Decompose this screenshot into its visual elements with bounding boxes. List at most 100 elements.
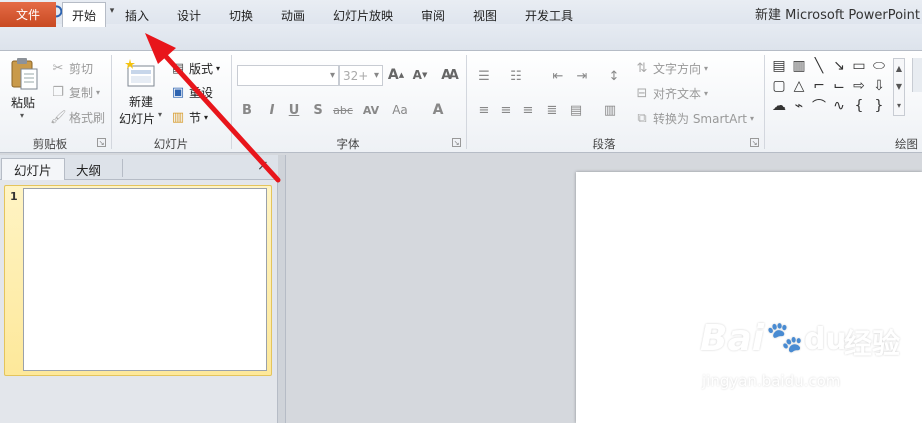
tab-review[interactable]: 审阅 xyxy=(412,3,454,27)
reset-button[interactable]: ▣ 重设 xyxy=(170,84,213,101)
oval-shape-icon[interactable]: ⬭ xyxy=(870,58,888,74)
vertical-textbox-icon[interactable]: ▥ xyxy=(790,58,808,74)
font-size-dropdown-icon: ▾ xyxy=(373,70,379,81)
curve-icon[interactable]: ∿ xyxy=(830,98,848,114)
decrease-indent-icon[interactable]: ⇤ xyxy=(548,66,568,86)
pane-splitter[interactable] xyxy=(278,155,286,423)
font-size-combo[interactable]: 32+ ▾ xyxy=(339,65,383,86)
tab-home[interactable]: 开始 xyxy=(62,2,107,27)
copy-icon: ❐ xyxy=(52,85,64,100)
reset-icon: ▣ xyxy=(171,85,185,100)
group-divider xyxy=(466,55,467,149)
paragraph-group-label: 段落 xyxy=(592,137,616,151)
layout-button[interactable]: ▤ 版式 ▾ xyxy=(170,60,220,77)
align-text-button[interactable]: ⊟ 对齐文本 ▾ xyxy=(634,85,708,102)
down-arrow-icon[interactable]: ⇩ xyxy=(870,78,888,94)
scribble-icon[interactable]: ⌁ xyxy=(790,98,808,114)
italic-button[interactable]: I xyxy=(262,100,282,120)
distributed-icon[interactable]: ▤ xyxy=(566,100,586,120)
tab-file[interactable]: 文件 xyxy=(0,2,56,27)
columns-icon[interactable]: ▥ xyxy=(600,100,620,120)
section-button[interactable]: ▥ 节 ▾ xyxy=(170,109,208,126)
clipboard-group-label: 剪贴板 xyxy=(32,137,68,151)
new-slide-dropdown-icon[interactable]: ▾ xyxy=(158,110,162,119)
paste-dropdown-icon[interactable]: ▾ xyxy=(20,111,24,120)
elbow-connector-icon[interactable]: ⌐ xyxy=(810,78,828,94)
cut-button[interactable]: ✂ 剪切 xyxy=(50,60,93,77)
align-text-icon: ⊟ xyxy=(636,86,648,101)
brush-icon: 🖌 xyxy=(50,110,67,125)
tab-insert[interactable]: 插入 xyxy=(116,3,158,27)
convert-smartart-button[interactable]: ⧉ 转换为 SmartArt ▾ xyxy=(634,110,754,127)
tab-slideshow[interactable]: 幻灯片放映 xyxy=(324,3,402,27)
new-slide-label[interactable]: 新建 xyxy=(129,93,153,110)
right-arrow-icon[interactable]: ⇨ xyxy=(850,78,868,94)
window-title: 新建 Microsoft PowerPoint xyxy=(754,8,920,23)
new-slide-label-2[interactable]: 幻灯片 xyxy=(119,110,155,127)
tab-view[interactable]: 视图 xyxy=(464,3,506,27)
grow-font-icon[interactable]: A ▲ xyxy=(386,65,406,85)
group-divider xyxy=(764,55,765,149)
copy-button[interactable]: ❐ 复制 ▾ xyxy=(50,84,100,101)
tab-slides[interactable]: 幻灯片 xyxy=(1,158,65,180)
rounded-rect-icon[interactable]: ▢ xyxy=(770,78,788,94)
shrink-font-icon[interactable]: A ▼ xyxy=(410,65,430,85)
format-painter-button[interactable]: 🖌 格式刷 xyxy=(50,109,105,126)
clipboard-launcher-icon[interactable]: ↘ xyxy=(97,138,106,147)
left-brace-icon[interactable]: { xyxy=(850,98,868,114)
paragraph-launcher-icon[interactable]: ↘ xyxy=(750,138,759,147)
increase-indent-icon[interactable]: ⇥ xyxy=(572,66,592,86)
align-right-icon[interactable]: ≡ xyxy=(518,100,538,120)
rectangle-shape-icon[interactable]: ▭ xyxy=(850,58,868,74)
right-brace-icon[interactable]: } xyxy=(870,98,888,114)
font-color-button[interactable]: A xyxy=(428,100,448,120)
font-name-combo[interactable]: ▾ xyxy=(237,65,339,86)
line-spacing-icon[interactable]: ↕ xyxy=(604,66,624,86)
justify-icon[interactable]: ≣ xyxy=(542,100,562,120)
tab-transitions[interactable]: 切换 xyxy=(220,3,262,27)
gallery-down-icon[interactable]: ▼ xyxy=(896,82,902,91)
gallery-more-icon[interactable]: ▾ xyxy=(897,101,901,110)
arc-icon[interactable]: ⌒ xyxy=(810,98,828,115)
section-icon: ▥ xyxy=(171,110,185,125)
clear-formatting-icon[interactable]: Ꜳ xyxy=(440,65,460,85)
shapes-gallery[interactable]: ▤ ▥ ╲ ↘ ▭ ⬭ ▢ △ ⌐ ⌙ ⇨ ⇩ ☁ ⌁ ⌒ ∿ { } xyxy=(770,58,892,116)
bold-button[interactable]: B xyxy=(237,100,257,120)
gallery-up-icon[interactable]: ▲ xyxy=(896,64,902,73)
bullets-icon[interactable]: ☰ xyxy=(474,66,494,86)
change-case-button[interactable]: Aa xyxy=(388,100,412,120)
arrow-line-icon[interactable]: ↘ xyxy=(830,58,848,74)
text-direction-icon: ⇅ xyxy=(636,61,648,76)
group-divider xyxy=(231,55,232,149)
triangle-shape-icon[interactable]: △ xyxy=(790,78,808,94)
underline-button[interactable]: U xyxy=(284,100,304,120)
textbox-shape-icon[interactable]: ▤ xyxy=(770,58,788,74)
paste-icon[interactable] xyxy=(8,57,42,91)
numbering-icon[interactable]: ☷ xyxy=(506,66,526,86)
new-slide-icon[interactable] xyxy=(124,58,156,90)
align-left-icon[interactable]: ≡ xyxy=(474,100,494,120)
tab-animations[interactable]: 动画 xyxy=(272,3,314,27)
freeform-icon[interactable]: ☁ xyxy=(770,98,788,114)
tab-developer[interactable]: 开发工具 xyxy=(516,3,582,27)
slide-thumbnail[interactable] xyxy=(23,188,267,371)
close-pane-icon[interactable]: × xyxy=(257,158,269,174)
slide-number: 1 xyxy=(10,190,18,203)
font-launcher-icon[interactable]: ↘ xyxy=(452,138,461,147)
char-spacing-button[interactable]: AV xyxy=(359,100,383,120)
strikethrough-button[interactable]: abc xyxy=(330,100,356,120)
shadow-button[interactable]: S xyxy=(308,100,328,120)
ribbon-tab-row xyxy=(0,24,922,51)
align-center-icon[interactable]: ≡ xyxy=(496,100,516,120)
text-direction-dropdown-icon: ▾ xyxy=(704,64,709,73)
line-shape-icon[interactable]: ╲ xyxy=(810,58,828,74)
tab-design[interactable]: 设计 xyxy=(168,3,210,27)
layout-dropdown-icon: ▾ xyxy=(216,64,221,73)
text-direction-button[interactable]: ⇅ 文字方向 ▾ xyxy=(634,60,708,77)
layout-icon: ▤ xyxy=(171,61,185,76)
paste-button[interactable]: 粘贴 xyxy=(11,94,35,111)
tab-outline[interactable]: 大纲 xyxy=(64,158,113,180)
elbow-arrow-icon[interactable]: ⌙ xyxy=(830,78,848,94)
arrange-button[interactable] xyxy=(912,58,922,92)
shapes-gallery-scroll[interactable]: ▲ ▼ ▾ xyxy=(893,58,905,116)
